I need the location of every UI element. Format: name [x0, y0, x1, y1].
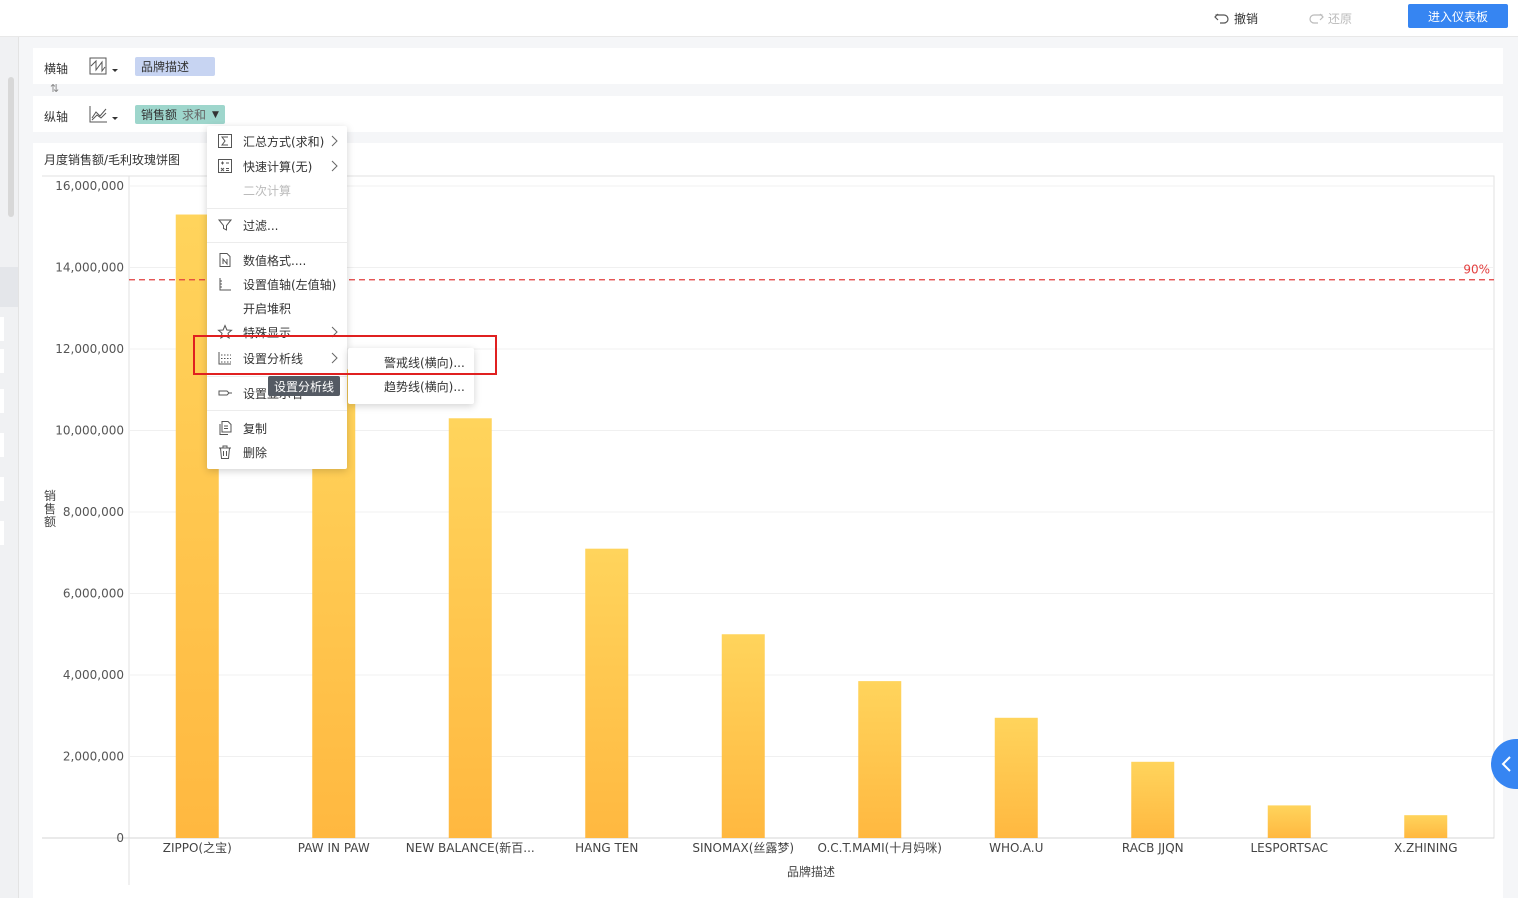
chevron-right-icon: [331, 160, 338, 172]
left-panel-marker: [0, 349, 4, 373]
left-panel-highlight: [0, 267, 18, 307]
x-axis-shelf: 横轴 品牌描述: [33, 48, 1503, 84]
submenu-item-label: 趋势线(横向)...: [384, 379, 465, 394]
menu-item-number-format[interactable]: 数值格式....: [207, 249, 347, 271]
menu-item-label: 数值格式....: [243, 253, 307, 268]
y-axis-label: 纵轴: [44, 110, 69, 124]
redo-label: 还原: [1328, 11, 1353, 26]
menu-item-label: 设置值轴(左值轴): [243, 277, 337, 292]
undo-button[interactable]: 撤销: [1214, 8, 1258, 28]
menu-item-secondary-calc: 二次计算: [207, 179, 347, 201]
line-chart-icon: [89, 106, 118, 123]
filter-icon: [217, 219, 233, 231]
left-scrollbar[interactable]: [8, 77, 14, 217]
redo-button[interactable]: 还原: [1308, 8, 1352, 28]
menu-divider: [207, 242, 347, 243]
menu-item-filter[interactable]: 过滤...: [207, 214, 347, 236]
undo-icon: [1214, 13, 1229, 24]
left-panel-marker: [0, 389, 4, 413]
menu-divider: [207, 208, 347, 209]
menu-item-label: 汇总方式(求和): [243, 134, 325, 149]
menu-item-delete[interactable]: 删除: [207, 441, 347, 463]
y-axis-field-name: 销售额: [141, 108, 178, 122]
menu-item-label: 复制: [243, 421, 268, 436]
chevron-left-icon: [1501, 756, 1511, 772]
submenu-item-trend-line[interactable]: 趋势线(横向)...: [348, 375, 474, 397]
enter-dashboard-button[interactable]: 进入仪表板: [1408, 4, 1508, 28]
trash-icon: [219, 445, 231, 459]
menu-item-label: 二次计算: [243, 183, 292, 198]
menu-item-label: 快速计算(无): [243, 159, 313, 174]
chevron-right-icon: [331, 135, 338, 147]
menu-divider: [207, 410, 347, 411]
menu-item-label: 过滤...: [243, 218, 279, 233]
left-panel-marker: [0, 433, 4, 457]
calculator-icon: [218, 159, 232, 173]
number-format-icon: [219, 253, 231, 267]
field-context-menu: 汇总方式(求和) 快速计算(无) 二次计算 过滤... 数值格式.... 设置值…: [207, 126, 347, 469]
scatter-chart-icon: [89, 57, 118, 75]
top-toolbar: 撤销 还原 进入仪表板: [0, 0, 1518, 37]
menu-item-summary[interactable]: 汇总方式(求和): [207, 130, 347, 152]
y-axis-type-selector[interactable]: [88, 104, 120, 124]
sigma-icon: [218, 134, 232, 148]
y-axis-aggregation: 求和: [182, 108, 207, 122]
copy-icon: [219, 421, 232, 435]
x-axis-type-selector[interactable]: [88, 56, 120, 76]
undo-label: 撤销: [1234, 11, 1259, 26]
redo-icon: [1309, 13, 1324, 24]
left-panel-marker: [0, 317, 4, 341]
menu-item-set-value-axis[interactable]: 设置值轴(左值轴): [207, 273, 347, 295]
highlight-box: [193, 335, 497, 375]
swap-axes-icon[interactable]: ⇅: [50, 82, 59, 95]
menu-tooltip: 设置分析线: [268, 376, 341, 396]
chart-title: 月度销售额/毛利玫瑰饼图: [44, 153, 181, 167]
dropdown-caret-icon[interactable]: ▼: [212, 110, 219, 120]
menu-item-copy[interactable]: 复制: [207, 417, 347, 439]
x-axis-label: 横轴: [44, 62, 69, 76]
value-axis-icon: [219, 278, 231, 291]
x-axis-field-name: 品牌描述: [141, 60, 190, 74]
menu-item-enable-stack[interactable]: 开启堆积: [207, 297, 347, 319]
menu-item-label: 删除: [243, 445, 268, 460]
x-axis-field-pill[interactable]: 品牌描述: [135, 57, 215, 76]
y-axis-field-pill[interactable]: 销售额 求和 ▼: [135, 105, 225, 124]
left-panel-strip: [0, 37, 19, 898]
rename-icon: [218, 390, 232, 396]
menu-item-label: 开启堆积: [243, 301, 292, 316]
left-panel-marker: [0, 477, 4, 501]
left-panel-marker: [0, 521, 4, 545]
menu-item-quick-calc[interactable]: 快速计算(无): [207, 155, 347, 177]
